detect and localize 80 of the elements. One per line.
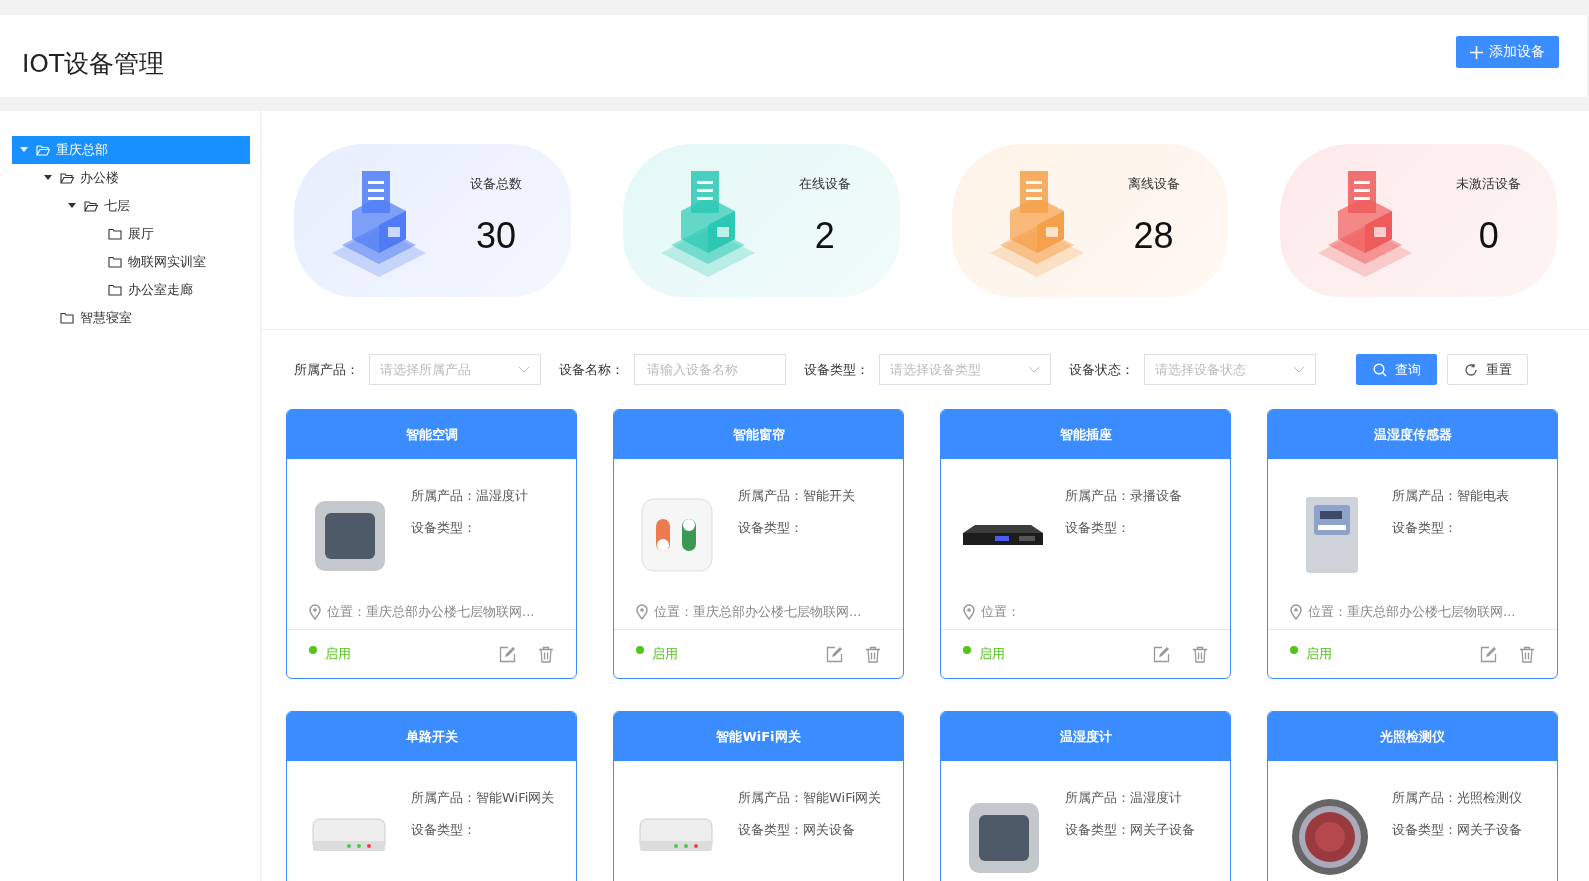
folder-icon [108,256,122,268]
status-text: 启用 [1290,645,1332,663]
chevron-down-icon [1293,366,1305,373]
edit-icon[interactable] [1480,645,1497,663]
refresh-icon [1463,362,1478,377]
page-title: IOT设备管理 [22,47,165,80]
status-text: 启用 [636,645,678,663]
status-text: 启用 [963,645,1005,663]
caret-icon[interactable] [44,175,52,181]
input-field[interactable]: 请输入设备名称 [634,354,786,385]
stat-value: 2 [814,214,835,257]
device-field: 设备类型： [1392,519,1509,537]
delete-icon[interactable] [1519,645,1535,663]
stat-value: 28 [1133,214,1174,257]
card-title: 智能插座 [941,410,1230,459]
device-field: 设备类型：网关子设备 [1392,821,1522,839]
card-title: 智能WiFi网关 [614,712,903,761]
status-text: 启用 [309,645,351,663]
card-title: 温湿度计 [941,712,1230,761]
stat-label: 未激活设备 [1456,174,1522,193]
delete-icon[interactable] [865,645,881,663]
folder-icon [60,312,74,324]
device-field: 设备类型： [738,519,855,537]
open-folder-icon [84,200,98,212]
tree-item[interactable]: 智慧寝室 [12,304,250,332]
edit-icon[interactable] [1153,645,1170,663]
stat-value: 30 [475,214,516,257]
edit-icon[interactable] [826,645,843,663]
search-icon [1372,362,1387,377]
device-field: 所属产品：智能WiFi网关 [411,789,555,807]
chevron-down-icon [1028,366,1040,373]
location-pin-icon [1290,604,1302,620]
tree-item[interactable]: 物联网实训室 [12,248,250,276]
card-title: 单路开关 [287,712,576,761]
location-pin-icon [963,604,975,620]
tree-item[interactable]: 展厅 [12,220,250,248]
folder-icon [108,228,122,240]
chevron-down-icon [518,366,530,373]
tree-item[interactable]: 办公楼 [12,164,250,192]
device-field: 设备类型：网关子设备 [1065,821,1195,839]
delete-icon[interactable] [538,645,554,663]
device-field: 所属产品：录播设备 [1065,487,1182,505]
tree-item[interactable]: 办公室走廊 [12,276,250,304]
caret-icon[interactable] [68,203,76,209]
device-field: 所属产品：智能开关 [738,487,855,505]
device-field: 所属产品：光照检测仪 [1392,789,1522,807]
card-title: 智能窗帘 [614,410,903,459]
device-field: 设备类型： [411,519,528,537]
stat-value: 0 [1478,214,1499,257]
filter-label: 设备名称： [559,360,624,379]
device-field: 设备类型：网关设备 [738,821,882,839]
filter-label: 设备类型： [804,360,869,379]
location-pin-icon [309,604,321,620]
open-folder-icon [60,172,74,184]
device-field: 所属产品：温湿度计 [411,487,528,505]
open-folder-icon [36,144,50,156]
stat-label: 设备总数 [470,174,522,193]
delete-icon[interactable] [1192,645,1208,663]
card-title: 温湿度传感器 [1268,410,1557,459]
filter-label: 所属产品： [294,360,359,379]
card-title: 智能空调 [287,410,576,459]
device-field: 所属产品：智能WiFi网关 [738,789,882,807]
device-location: 位置：重庆总部办公楼七层物联网... [327,603,535,621]
tree-item[interactable]: 七层 [12,192,250,220]
device-location: 位置：重庆总部办公楼七层物联网... [654,603,862,621]
plus-icon [1470,45,1483,59]
stat-label: 在线设备 [798,174,851,193]
device-field: 所属产品：温湿度计 [1065,789,1195,807]
stat-label: 离线设备 [1127,174,1180,193]
folder-icon [108,284,122,296]
device-field: 设备类型： [411,821,555,839]
reset-button[interactable]: 重置 [1447,354,1528,385]
location-pin-icon [636,604,648,620]
card-title: 光照检测仪 [1268,712,1557,761]
edit-icon[interactable] [499,645,516,663]
device-field: 设备类型： [1065,519,1182,537]
filter-label: 设备状态： [1069,360,1134,379]
device-field: 所属产品：智能电表 [1392,487,1509,505]
device-location: 位置： [981,603,1020,621]
device-location: 位置：重庆总部办公楼七层物联网... [1308,603,1516,621]
